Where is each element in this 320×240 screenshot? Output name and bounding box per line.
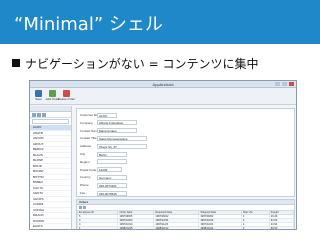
form-field-input[interactable]: Berlin bbox=[97, 151, 127, 157]
form-field-input[interactable]: Alfreds Futterkiste bbox=[97, 120, 137, 126]
delete-icon bbox=[63, 90, 70, 97]
customer-form: Customer ID ALFKI Company Alfreds Futterkis… bbox=[76, 108, 295, 197]
maximize-icon[interactable] bbox=[282, 82, 287, 86]
app-toolbar: Save Add Order Delete Order bbox=[30, 88, 296, 105]
form-field-label: City bbox=[80, 152, 86, 156]
orders-panel: Orders Employee ID Order Date Required Dat… bbox=[76, 199, 295, 229]
form-row: Company Alfreds Futterkiste bbox=[77, 120, 137, 126]
form-row: Address Obere Str. 57 bbox=[77, 143, 147, 149]
app-window-screenshot: AppAndroid Save Add Order Delete Order ALF… bbox=[29, 80, 297, 230]
app-titlebar: AppAndroid bbox=[30, 81, 296, 88]
form-field-label: Region bbox=[80, 159, 90, 164]
slide-title-band: “Minimal” シェル bbox=[0, 0, 320, 44]
table-cell: 1998/01/15 bbox=[117, 226, 155, 229]
save-icon bbox=[35, 90, 42, 97]
toolbar-button-2[interactable]: Delete Order bbox=[57, 90, 76, 101]
form-row: Fax 030-0076545 bbox=[77, 190, 127, 196]
window-controls bbox=[275, 82, 294, 86]
form-field-input[interactable]: 030-0076545 bbox=[97, 190, 127, 196]
table-cell: 1 bbox=[76, 226, 119, 229]
app-body: ALFKI ANATR ANTON AROUT BERGS BLAUS BLONP BOLID… bbox=[30, 106, 296, 231]
form-field-input[interactable]: ALFKI bbox=[97, 112, 117, 118]
add-order-icon[interactable] bbox=[79, 206, 82, 209]
sidebar-search-input[interactable] bbox=[32, 119, 69, 124]
form-field-input[interactable]: 030-0074321 bbox=[97, 182, 127, 188]
toolbar-button-label: Delete Order bbox=[57, 97, 76, 101]
table-cell: 1998/02/12 bbox=[153, 226, 200, 229]
toolbar-button-1[interactable]: Add Order bbox=[46, 90, 59, 101]
form-row: Region bbox=[77, 159, 127, 165]
add-icon bbox=[49, 90, 56, 97]
form-field-label: Fax bbox=[80, 191, 86, 195]
minimize-icon[interactable] bbox=[275, 82, 280, 86]
orders-table: Employee ID Order Date Required Date Shippe… bbox=[76, 210, 295, 229]
form-field-input[interactable]: 12209 bbox=[97, 167, 122, 173]
form-field-label: Company bbox=[80, 120, 93, 125]
form-row: Customer ID ALFKI bbox=[77, 112, 117, 118]
table-cell: 69.53 bbox=[268, 226, 295, 229]
form-field-input[interactable]: Obere Str. 57 bbox=[97, 143, 147, 149]
bullet-text: ナビゲーションがない = コンテンツに集中 bbox=[25, 56, 259, 71]
form-field-input[interactable]: Sales Representative bbox=[97, 135, 147, 141]
form-field-input[interactable]: Maria Anders bbox=[97, 128, 137, 134]
form-row: Country Germany bbox=[77, 174, 127, 180]
toolbar-button-label: Save bbox=[35, 97, 42, 101]
form-field-label: Contact Name bbox=[80, 128, 100, 133]
form-field-label: Postal Code bbox=[80, 167, 97, 172]
form-field-label: Address bbox=[80, 144, 92, 149]
form-field-label: Contact Title bbox=[80, 136, 97, 141]
customer-sidebar: ALFKI ANATR ANTON AROUT BERGS BLAUS BLONP BOLID… bbox=[30, 106, 72, 231]
close-icon[interactable] bbox=[289, 82, 294, 86]
form-field-input[interactable] bbox=[97, 159, 127, 165]
sidebar-tools bbox=[30, 112, 71, 118]
add-icon[interactable] bbox=[32, 113, 36, 117]
edit-order-icon[interactable] bbox=[83, 206, 86, 209]
form-field-label: Country bbox=[80, 175, 91, 180]
delete-icon[interactable] bbox=[42, 113, 46, 117]
table-cell: 3 bbox=[240, 226, 270, 229]
app-title: AppAndroid bbox=[152, 82, 174, 87]
toolbar-button-0[interactable]: Save bbox=[33, 90, 44, 101]
edit-icon[interactable] bbox=[37, 113, 41, 117]
form-row: City Berlin bbox=[77, 151, 127, 157]
customer-list-item[interactable]: ERNSH bbox=[30, 230, 71, 231]
form-field-label: Phone bbox=[80, 183, 89, 188]
slide-title: “Minimal” シェル bbox=[14, 14, 163, 35]
form-field-input[interactable]: Germany bbox=[97, 174, 127, 180]
table-cell: 1998/01/21 bbox=[198, 226, 242, 229]
form-field-label: Customer ID bbox=[80, 113, 97, 117]
customer-list: ALFKI ANATR ANTON AROUT BERGS BLAUS BLONP BOLID… bbox=[30, 125, 71, 231]
form-row: Contact Name Maria Anders bbox=[77, 128, 137, 134]
form-row: Postal Code 12209 bbox=[77, 167, 122, 173]
table-row[interactable]: 1 1998/01/15 1998/02/12 1998/01/21 3 69.53 bbox=[76, 226, 295, 229]
form-row: Phone 030-0074321 bbox=[77, 182, 127, 188]
form-row: Contact Title Sales Representative bbox=[77, 135, 147, 141]
square-bullet-icon bbox=[12, 59, 20, 67]
bullet-point: ナビゲーションがない = コンテンツに集中 bbox=[12, 55, 258, 71]
